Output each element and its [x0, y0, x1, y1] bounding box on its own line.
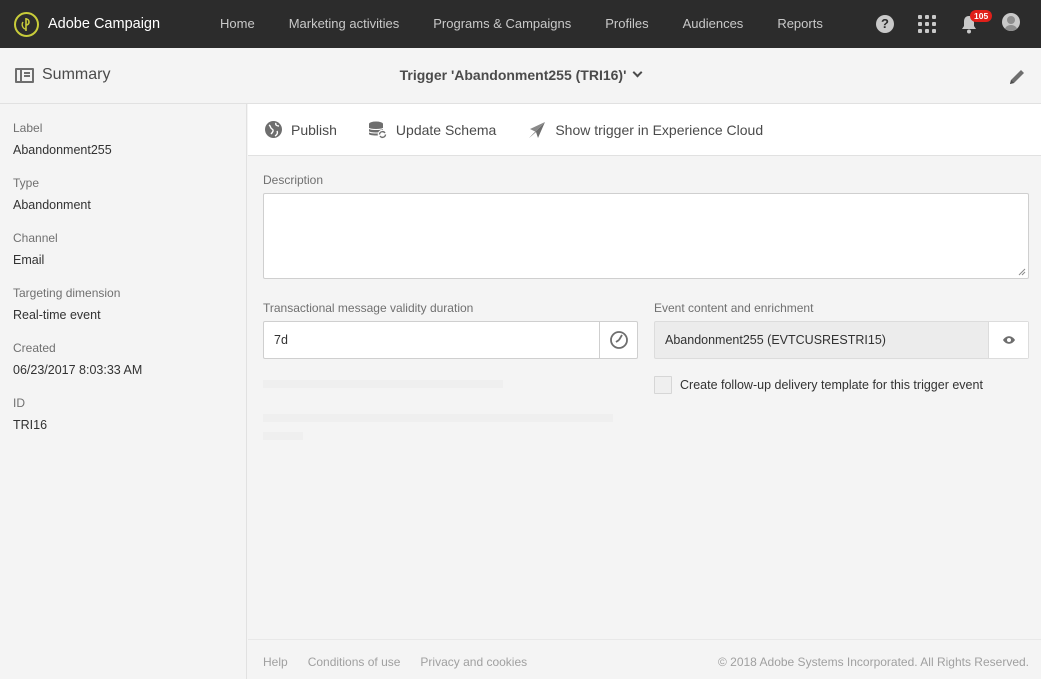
clock-icon: [609, 331, 628, 349]
nav-programs-campaigns[interactable]: Programs & Campaigns: [416, 0, 588, 48]
nav-profiles[interactable]: Profiles: [588, 0, 665, 48]
copyright-text: © 2018 Adobe Systems Incorporated. All R…: [717, 655, 1029, 669]
field-label: ID: [13, 396, 25, 410]
summary-field-type: Type Abandonment: [13, 176, 91, 212]
field-label: Created: [13, 341, 56, 355]
send-plane-icon: [527, 120, 547, 140]
help-icon[interactable]: ?: [876, 15, 894, 33]
field-label: Label: [13, 121, 43, 135]
show-trigger-label: Show trigger in Experience Cloud: [555, 121, 764, 138]
field-value: Real-time event: [13, 308, 101, 322]
trigger-form: Description Transactional message validi…: [248, 156, 1041, 639]
faded-placeholder-line: [263, 432, 303, 440]
followup-template-option[interactable]: Create follow-up delivery template for t…: [654, 376, 983, 394]
event-content-label: Event content and enrichment: [654, 301, 814, 315]
validity-duration-field[interactable]: 7d: [263, 321, 638, 359]
field-label: Targeting dimension: [13, 286, 121, 300]
description-textarea[interactable]: [263, 193, 1029, 279]
field-value: TRI16: [13, 418, 48, 432]
show-trigger-experience-cloud-button[interactable]: Show trigger in Experience Cloud: [527, 104, 763, 156]
field-value: Abandonment: [13, 198, 91, 212]
validity-duration-label: Transactional message validity duration: [263, 301, 474, 315]
page-title-text: Trigger 'Abandonment255 (TRI16)': [399, 67, 627, 83]
view-event-button[interactable]: [988, 322, 1028, 358]
footer-link-conditions[interactable]: Conditions of use: [308, 655, 401, 669]
footer-link-privacy[interactable]: Privacy and cookies: [420, 655, 527, 669]
globe-icon: [263, 120, 283, 140]
event-content-field: Abandonment255 (EVTCUSRESTRI15): [654, 321, 1029, 359]
nav-home[interactable]: Home: [206, 0, 272, 48]
followup-template-label: Create follow-up delivery template for t…: [680, 378, 983, 392]
main-nav: Home Marketing activities Programs & Cam…: [206, 0, 840, 48]
field-value: 06/23/2017 8:03:33 AM: [13, 363, 143, 377]
edit-pencil-icon[interactable]: [1007, 67, 1027, 87]
field-value: Email: [13, 253, 45, 267]
footer-link-help[interactable]: Help: [263, 655, 288, 669]
footer-links: Help Conditions of use Privacy and cooki…: [263, 655, 547, 669]
notification-count-badge: 105: [970, 10, 993, 22]
app-switcher-icon[interactable]: [918, 15, 936, 33]
faded-placeholder-line: [263, 414, 613, 422]
page-header: Summary Trigger 'Abandonment255 (TRI16)': [0, 48, 1041, 104]
update-schema-label: Update Schema: [395, 121, 497, 138]
summary-field-channel: Channel Email: [13, 231, 58, 267]
event-content-value: Abandonment255 (EVTCUSRESTRI15): [665, 333, 886, 347]
user-avatar[interactable]: [1002, 13, 1020, 31]
page-footer: Help Conditions of use Privacy and cooki…: [248, 639, 1041, 679]
page-title[interactable]: Trigger 'Abandonment255 (TRI16)': [0, 67, 1041, 83]
adobe-campaign-logo-icon: [14, 11, 39, 37]
field-label: Type: [13, 176, 40, 190]
nav-marketing-activities[interactable]: Marketing activities: [272, 0, 417, 48]
app-name: Adobe Campaign: [48, 16, 161, 32]
database-refresh-icon: [368, 120, 388, 140]
summary-field-targeting-dimension: Targeting dimension Real-time event: [13, 286, 120, 322]
chevron-down-icon: [632, 67, 643, 78]
duration-picker-button[interactable]: [599, 322, 637, 358]
update-schema-button[interactable]: Update Schema: [368, 104, 496, 156]
brand[interactable]: Adobe Campaign: [14, 11, 206, 37]
summary-field-id: ID TRI16: [13, 396, 47, 432]
nav-audiences[interactable]: Audiences: [666, 0, 761, 48]
summary-panel: Label Abandonment255 Type Abandonment Ch…: [0, 104, 247, 679]
summary-field-label: Label Abandonment255: [13, 121, 112, 157]
description-label: Description: [263, 173, 324, 187]
validity-duration-value[interactable]: 7d: [264, 322, 599, 358]
top-navigation-bar: Adobe Campaign Home Marketing activities…: [0, 0, 1041, 48]
summary-field-created: Created 06/23/2017 8:03:33 AM: [13, 341, 142, 377]
followup-template-checkbox[interactable]: [654, 376, 672, 394]
eye-icon: [1002, 336, 1015, 344]
resize-grip-icon[interactable]: [1018, 268, 1026, 276]
faded-placeholder-line: [263, 380, 503, 388]
field-value: Abandonment255: [13, 143, 112, 157]
action-toolbar: Publish Update Schema Show trigger in Ex…: [248, 104, 1041, 156]
publish-button[interactable]: Publish: [263, 104, 337, 156]
field-label: Channel: [13, 231, 58, 245]
publish-label: Publish: [291, 121, 337, 138]
nav-reports[interactable]: Reports: [760, 0, 840, 48]
